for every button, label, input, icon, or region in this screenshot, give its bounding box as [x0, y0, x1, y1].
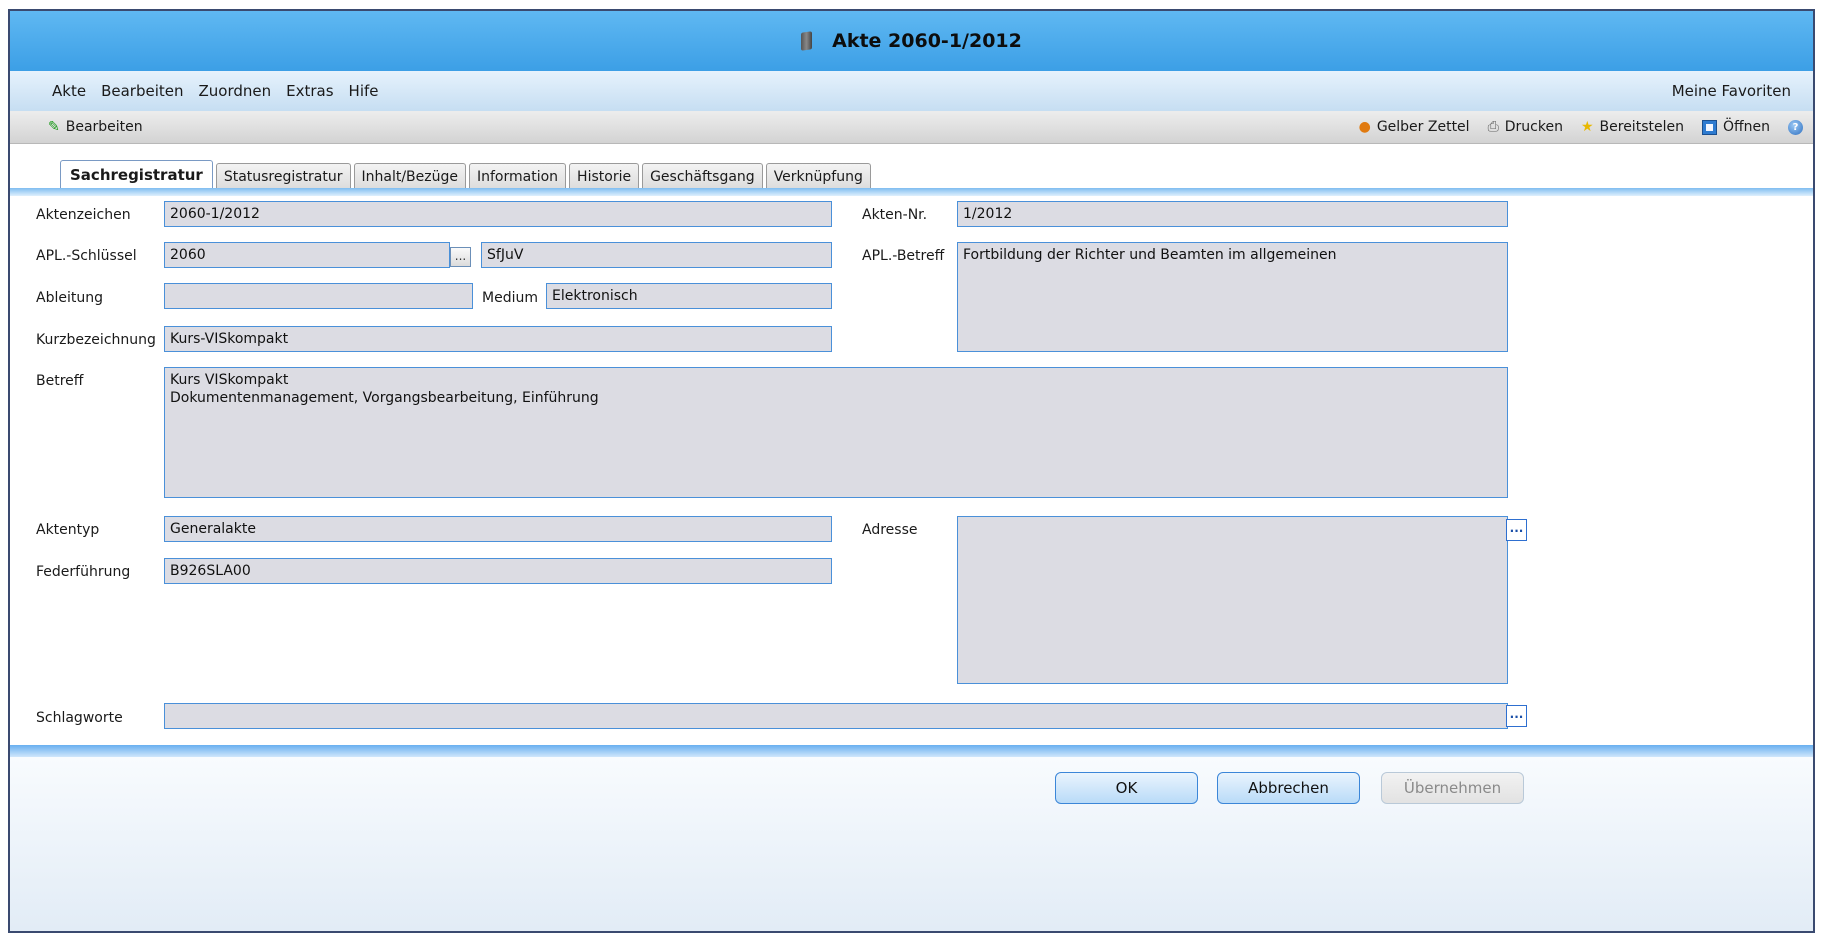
adresse-browse-button[interactable]: ... [1506, 519, 1527, 541]
tab-geschaeftsgang[interactable]: Geschäftsgang [642, 163, 763, 189]
toolbar: ✎ Bearbeiten ● Gelber Zettel ⎙ Drucken ★… [10, 111, 1813, 144]
document-icon [801, 31, 813, 51]
footer-divider [10, 745, 1813, 757]
print-label: Drucken [1504, 119, 1563, 135]
federfuehrung-label: Federführung [36, 564, 131, 580]
pencil-icon: ✎ [48, 119, 60, 135]
tab-information[interactable]: Information [469, 163, 567, 189]
apl-short-field[interactable]: SfJuV [481, 242, 832, 268]
federfuehrung-field[interactable]: B926SLA00 [164, 558, 832, 584]
adresse-field[interactable] [957, 516, 1508, 684]
ableitung-label: Ableitung [36, 290, 103, 306]
window-title: Akte 2060-1/2012 [832, 30, 1022, 52]
star-icon: ★ [1580, 119, 1594, 135]
apl-schluessel-label: APL.-Schlüssel [36, 248, 137, 264]
menu-akte[interactable]: Akte [52, 82, 86, 100]
medium-label: Medium [482, 290, 538, 306]
medium-field[interactable]: Elektronisch [546, 283, 832, 309]
schlagworte-label: Schlagworte [36, 710, 123, 726]
apply-button[interactable]: Übernehmen [1381, 772, 1524, 804]
menu-hilfe[interactable]: Hife [349, 82, 379, 100]
menu-extras[interactable]: Extras [286, 82, 333, 100]
menu-bearbeiten[interactable]: Bearbeiten [101, 82, 183, 100]
edit-button[interactable]: ✎ Bearbeiten [48, 119, 143, 135]
open-button[interactable]: Öffnen [1701, 119, 1770, 135]
open-icon [1701, 119, 1717, 135]
aktentyp-field[interactable]: Generalakte [164, 516, 832, 542]
yellow-note-button[interactable]: ● Gelber Zettel [1359, 119, 1470, 135]
title-bar: Akte 2060-1/2012 [10, 11, 1813, 71]
help-icon[interactable]: ? [1788, 119, 1803, 135]
yellow-note-icon: ● [1358, 119, 1371, 135]
tab-sachregistratur[interactable]: Sachregistratur [60, 160, 213, 189]
printer-icon: ⎙ [1487, 119, 1499, 135]
aktentyp-label: Aktentyp [36, 522, 100, 538]
kurzbezeichnung-field[interactable]: Kurs-VISkompakt [164, 326, 832, 352]
apl-schluessel-field[interactable]: 2060 [164, 242, 450, 268]
cancel-button[interactable]: Abbrechen [1217, 772, 1360, 804]
menu-favorites[interactable]: Meine Favoriten [1672, 82, 1791, 100]
akten-nr-field[interactable]: 1/2012 [957, 201, 1508, 227]
edit-button-label: Bearbeiten [65, 119, 143, 135]
dialog-footer [10, 757, 1813, 931]
tab-inhalt-bezuege[interactable]: Inhalt/Bezüge [353, 163, 466, 189]
betreff-field[interactable]: Kurs VISkompakt Dokumentenmanagement, Vo… [164, 367, 1508, 498]
akten-nr-label: Akten-Nr. [862, 207, 928, 223]
provide-button[interactable]: ★ Bereitstelen [1581, 119, 1684, 135]
schlagworte-field[interactable] [164, 703, 1508, 729]
provide-label: Bereitstelen [1599, 119, 1684, 135]
tab-divider [10, 188, 1813, 196]
schlagworte-browse-button[interactable]: ... [1506, 705, 1527, 727]
menu-bar: Akte Bearbeiten Zuordnen Extras Hife Mei… [10, 71, 1813, 111]
ableitung-field[interactable] [164, 283, 473, 309]
menu-zuordnen[interactable]: Zuordnen [198, 82, 271, 100]
aktenzeichen-label: Aktenzeichen [36, 207, 131, 223]
apl-betreff-label: APL.-Betreff [862, 248, 945, 264]
tab-historie[interactable]: Historie [569, 163, 640, 189]
kurzbezeichnung-label: Kurzbezeichnung [36, 332, 156, 348]
apl-schluessel-browse-button[interactable]: ... [450, 247, 471, 267]
apl-betreff-field[interactable]: Fortbildung der Richter und Beamten im a… [957, 242, 1508, 352]
aktenzeichen-field[interactable]: 2060-1/2012 [164, 201, 832, 227]
ok-button[interactable]: OK [1055, 772, 1198, 804]
betreff-label: Betreff [36, 373, 84, 389]
dialog-window: Akte 2060-1/2012 Akte Bearbeiten Zuordne… [8, 9, 1815, 933]
open-label: Öffnen [1722, 119, 1770, 135]
adresse-label: Adresse [862, 522, 918, 538]
print-button[interactable]: ⎙ Drucken [1488, 119, 1563, 135]
tab-strip: Sachregistratur Statusregistratur Inhalt… [60, 160, 874, 189]
tab-statusregistratur[interactable]: Statusregistratur [215, 163, 351, 189]
yellow-note-label: Gelber Zettel [1376, 119, 1470, 135]
tab-verknuepfung[interactable]: Verknüpfung [765, 163, 871, 189]
